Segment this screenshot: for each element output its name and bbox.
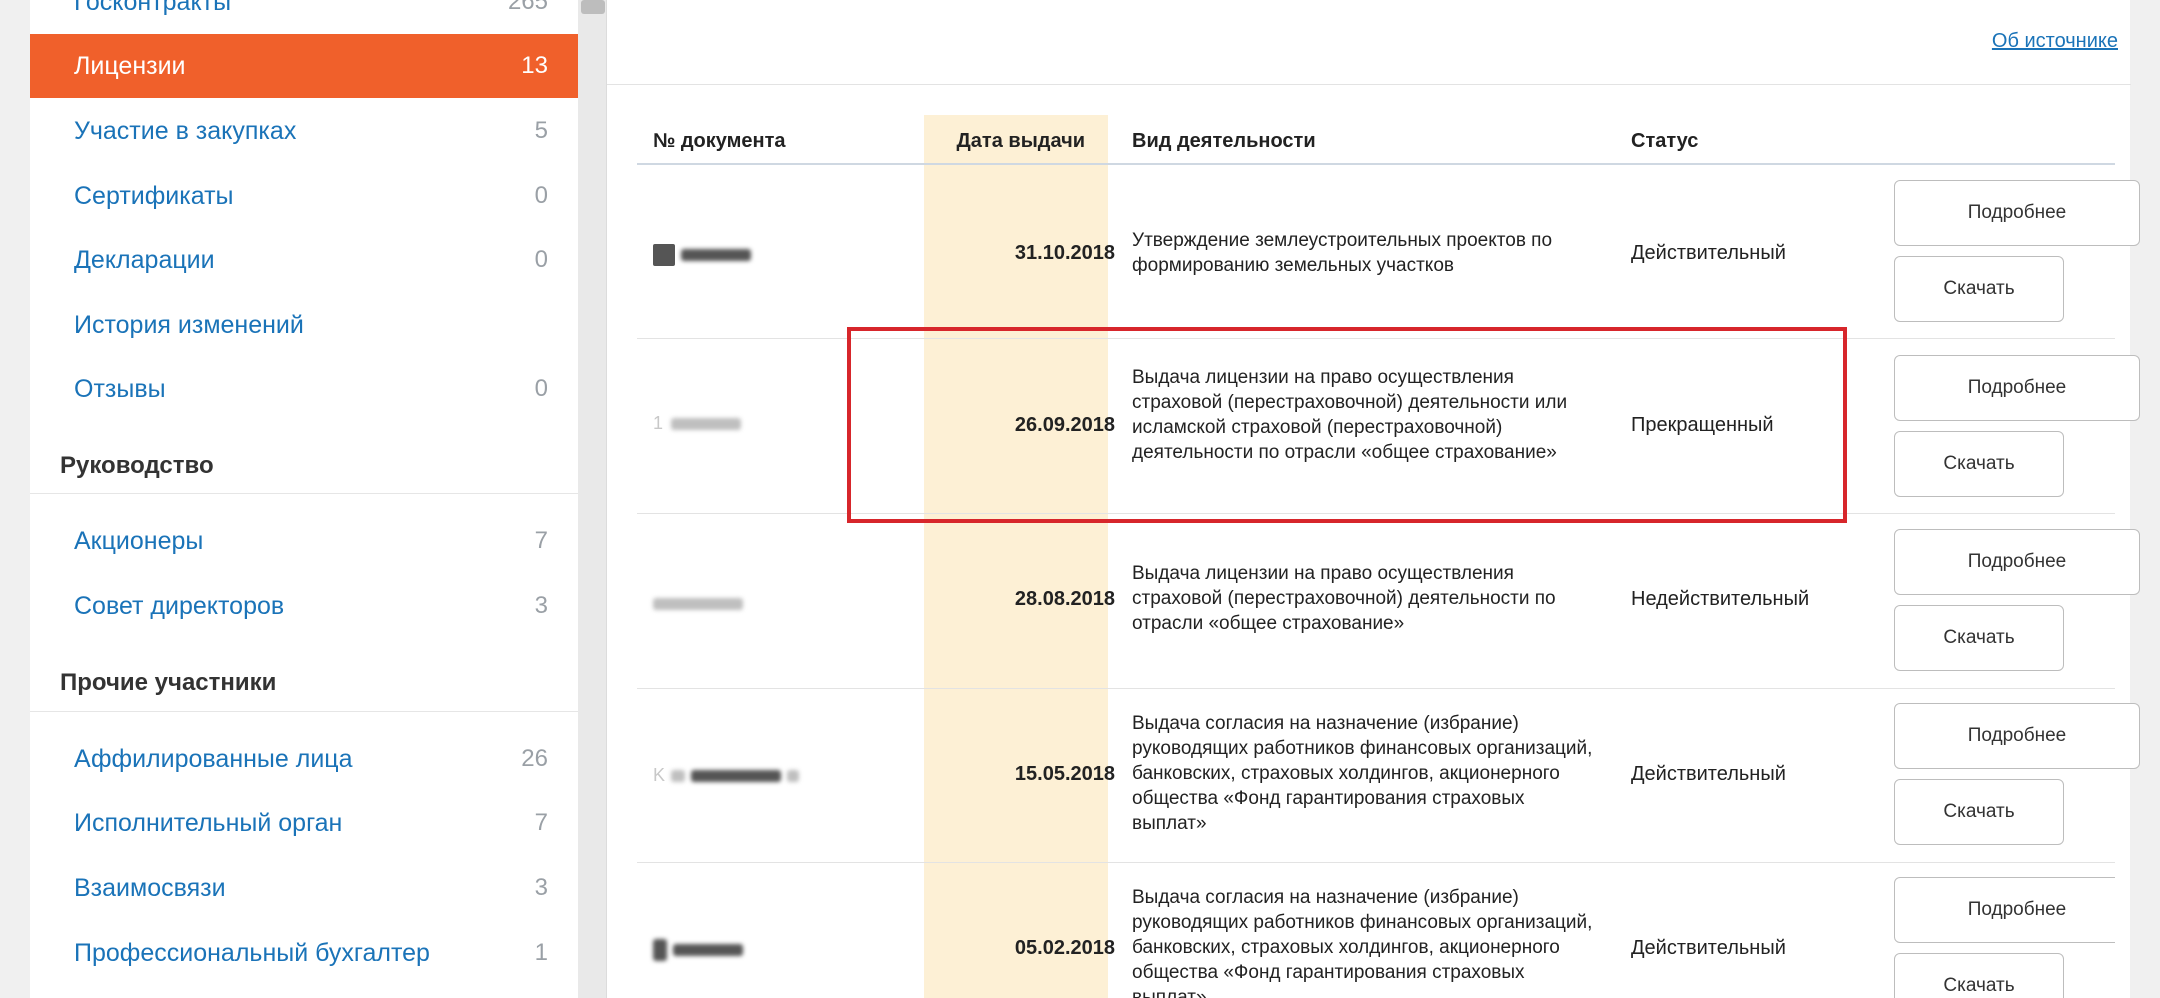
sidebar-item-count: 7 (534, 527, 548, 554)
sidebar-item-count: 0 (534, 182, 548, 209)
details-button[interactable]: Подробнее (1894, 180, 2140, 246)
redacted-mark (653, 244, 675, 266)
issue-date: 28.08.2018 (1014, 588, 1115, 610)
activity-type: Выдача лицензии на право осуществления с… (1132, 563, 1556, 634)
details-button[interactable]: Подробнее (1894, 703, 2140, 769)
sidebar-item-relations[interactable]: Взаимосвязи 3 (30, 856, 578, 920)
sidebar-item-affiliates[interactable]: Аффилированные лица 26 (30, 727, 578, 791)
highlight-annotation-box (847, 327, 1847, 523)
column-header-activity: Вид деятельности (1132, 130, 1316, 152)
sidebar-item-count: 3 (534, 592, 548, 619)
sidebar-item-certificates[interactable]: Сертификаты 0 (30, 164, 578, 228)
status-text: Недействительный (1631, 588, 1810, 610)
doc-number: 1 (653, 413, 747, 434)
sidebar-item-declarations[interactable]: Декларации 0 (30, 228, 578, 292)
sidebar-item-label: Акционеры (74, 526, 204, 555)
sidebar-item-executive-body[interactable]: Исполнительный орган 7 (30, 791, 578, 855)
sidebar-item-label: Декларации (74, 245, 215, 274)
doc-number-prefix: K (653, 765, 666, 785)
sidebar-item-count: 0 (534, 246, 548, 273)
download-button[interactable]: Скачать (1894, 256, 2064, 322)
sidebar: Госконтракты 265 Лицензии 13 Участие в з… (30, 0, 578, 998)
sidebar-item-label: Сертификаты (74, 181, 234, 210)
scrollbar-thumb[interactable] (581, 0, 605, 14)
sidebar-item-accountant[interactable]: Профессиональный бухгалтер 1 (30, 921, 578, 985)
page-root: Госконтракты 265 Лицензии 13 Участие в з… (0, 0, 2160, 998)
sidebar-scrollbar[interactable] (578, 0, 608, 998)
doc-number (653, 598, 749, 610)
doc-number: K (653, 765, 805, 786)
sidebar-item-board[interactable]: Совет директоров 3 (30, 574, 578, 638)
details-button[interactable]: Подробнее (1894, 529, 2140, 595)
details-button[interactable]: Подробнее (1894, 355, 2140, 421)
redacted-mark (671, 417, 742, 430)
sidebar-item-history[interactable]: История изменений (30, 293, 578, 357)
redacted-mark (787, 769, 800, 782)
sidebar-item-licenses[interactable]: Лицензии 13 (30, 34, 578, 98)
sidebar-item-count: 1 (534, 939, 548, 966)
sidebar-item-count: 265 (507, 0, 548, 15)
activity-type: Выдача согласия на назначение (избрание)… (1132, 887, 1593, 998)
table-row: 31.10.2018 Утверждение землеустроительны… (637, 166, 2140, 338)
redacted-mark (671, 769, 686, 782)
sidebar-item-reviews[interactable]: Отзывы 0 (30, 357, 578, 421)
sidebar-item-count: 3 (534, 874, 548, 901)
table-row: 28.08.2018 Выдача лицензии на право осущ… (637, 514, 2140, 688)
table-row: 05.02.2018 Выдача согласия на назначение… (637, 863, 2115, 998)
sidebar-item-label: Госконтракты (74, 0, 232, 16)
download-button[interactable]: Скачать (1894, 605, 2064, 671)
sidebar-item-label: Исполнительный орган (74, 808, 343, 837)
section-title-other-participants: Прочие участники (60, 669, 277, 696)
redacted-mark (653, 939, 667, 961)
details-button[interactable]: Подробнее (1894, 877, 2115, 943)
issue-date: 05.02.2018 (1014, 937, 1115, 959)
redacted-mark (681, 249, 751, 261)
status-text: Действительный (1631, 242, 1786, 264)
redacted-mark (673, 944, 743, 956)
redacted-mark (691, 769, 782, 782)
column-header-doc-no: № документа (653, 130, 786, 152)
sidebar-item-shareholders[interactable]: Акционеры 7 (30, 509, 578, 573)
section-title-management: Руководство (60, 452, 214, 479)
activity-type: Выдача согласия на назначение (избрание)… (1132, 713, 1593, 834)
doc-number-prefix: 1 (653, 413, 664, 433)
download-button[interactable]: Скачать (1894, 779, 2064, 845)
sidebar-item-count: 5 (534, 117, 548, 144)
sidebar-item-goskontrakty[interactable]: Госконтракты 265 (30, 0, 578, 34)
redacted-mark (653, 598, 743, 610)
sidebar-item-label: Лицензии (74, 51, 186, 80)
section-divider (30, 711, 578, 712)
sidebar-item-label: Аффилированные лица (74, 744, 353, 773)
sidebar-item-label: Отзывы (74, 374, 166, 403)
divider (607, 84, 2131, 85)
sidebar-item-label: Участие в закупках (74, 116, 297, 145)
sidebar-item-count: 13 (521, 52, 548, 79)
sidebar-item-procurement[interactable]: Участие в закупках 5 (30, 99, 578, 163)
column-header-status: Статус (1631, 130, 1699, 152)
header-divider (637, 163, 2115, 165)
column-header-date: Дата выдачи (956, 130, 1085, 152)
sidebar-item-count: 26 (521, 745, 548, 772)
sidebar-item-count: 7 (534, 809, 548, 836)
download-button[interactable]: Скачать (1894, 953, 2064, 998)
doc-number (653, 939, 749, 961)
sidebar-item-label: Профессиональный бухгалтер (74, 938, 430, 967)
about-source-link[interactable]: Об источнике (1992, 30, 2118, 53)
doc-number (653, 244, 757, 266)
download-button[interactable]: Скачать (1894, 431, 2064, 497)
sidebar-item-count: 0 (534, 375, 548, 402)
status-text: Действительный (1631, 763, 1786, 785)
table-row: K 15.05.2018 Выдача согласия на назначен… (637, 689, 2140, 862)
section-divider (30, 493, 578, 494)
issue-date: 15.05.2018 (1014, 763, 1115, 785)
main-panel: Об источнике № документа Дата выдачи Вид… (606, 0, 2140, 998)
sidebar-item-label: Совет директоров (74, 591, 285, 620)
sidebar-item-label: История изменений (74, 310, 304, 339)
status-text: Действительный (1631, 937, 1786, 959)
issue-date: 31.10.2018 (1014, 242, 1115, 264)
activity-type: Утверждение землеустроительных проектов … (1132, 230, 1553, 276)
sidebar-item-label: Взаимосвязи (74, 873, 226, 902)
